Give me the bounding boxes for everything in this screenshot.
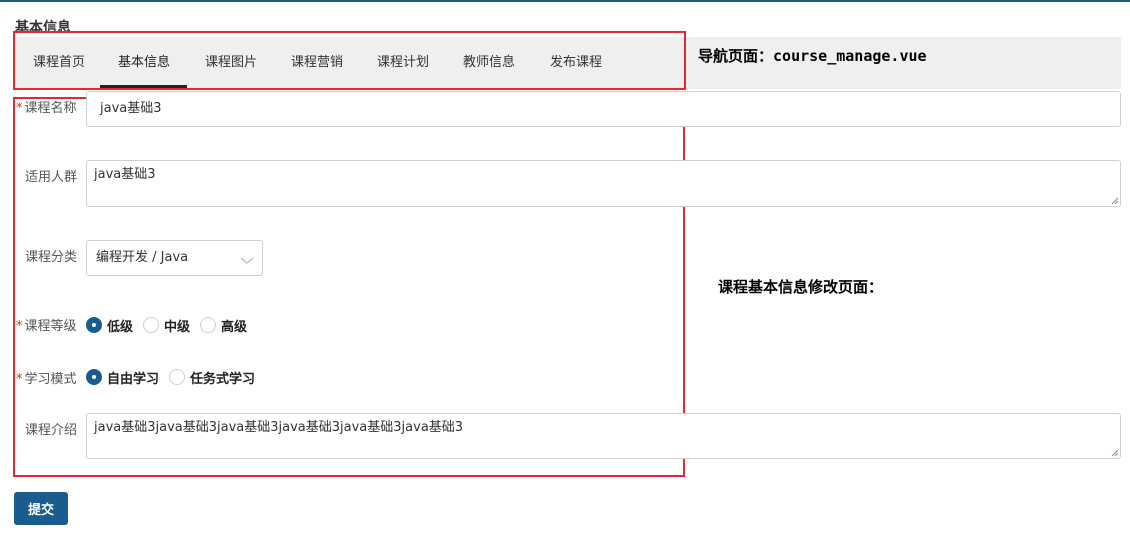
grade-option-low[interactable]: 低级 [86,316,133,335]
form-annotation: 课程基本信息修改页面： [718,278,884,296]
radio-checked-icon[interactable] [86,317,102,333]
study-mode-label: * 学习模式 [16,372,77,387]
course-name-label: * 课程名称 [16,101,77,116]
audience-label: 适用人群 [25,170,78,185]
tab-course-marketing[interactable]: 课程营销 [290,37,344,89]
description-value: java基础3java基础3java基础3java基础3java基础3java基… [94,420,464,435]
required-star: * [16,101,23,116]
course-nav-tabs: 课程首页 基本信息 课程图片 课程营销 课程计划 教师信息 发布课程 [15,37,1121,89]
chevron-down-icon [240,257,254,264]
description-textarea[interactable]: java基础3java基础3java基础3java基础3java基础3java基… [86,413,1121,459]
study-mode-radio-group: 自由学习 任务式学习 [86,368,265,387]
study-mode-option-free[interactable]: 自由学习 [86,368,159,387]
tab-basic-info[interactable]: 基本信息 [117,37,171,89]
resize-grip-icon[interactable] [1111,197,1119,205]
nav-annotation: 导航页面：course_manage.vue [698,45,927,66]
required-star: * [16,319,23,334]
grade-label: * 课程等级 [16,319,77,334]
radio-unchecked-icon[interactable] [169,369,186,385]
active-tab-indicator [100,85,187,88]
audience-value: java基础3 [94,167,156,182]
required-star: * [16,372,23,387]
radio-unchecked-icon[interactable] [143,317,160,333]
tab-course-plan[interactable]: 课程计划 [376,37,430,89]
grade-radio-group: 低级 中级 高级 [86,316,257,335]
study-mode-option-task[interactable]: 任务式学习 [169,368,255,387]
tab-publish-course[interactable]: 发布课程 [549,37,603,89]
section-title: 基本信息 [15,20,71,31]
top-divider [0,0,1130,2]
radio-unchecked-icon[interactable] [200,317,217,333]
category-value: 编程开发 / Java [96,250,189,265]
description-label: 课程介绍 [25,423,78,438]
tab-teacher-info[interactable]: 教师信息 [462,37,516,89]
course-name-input[interactable]: java基础3 [86,91,1121,127]
category-select[interactable]: 编程开发 / Java [86,240,263,276]
grade-option-high[interactable]: 高级 [200,316,247,335]
nav-annotation-prefix: 导航页面： [698,47,774,65]
category-label: 课程分类 [25,250,78,265]
audience-textarea[interactable]: java基础3 [86,160,1121,207]
radio-checked-icon[interactable] [86,369,102,385]
nav-annotation-file: course_manage.vue [773,47,927,65]
resize-grip-icon[interactable] [1111,449,1119,457]
grade-option-mid[interactable]: 中级 [143,316,190,335]
tab-course-home[interactable]: 课程首页 [32,37,86,89]
submit-button[interactable]: 提交 [14,492,68,525]
tab-course-pictures[interactable]: 课程图片 [204,37,258,89]
